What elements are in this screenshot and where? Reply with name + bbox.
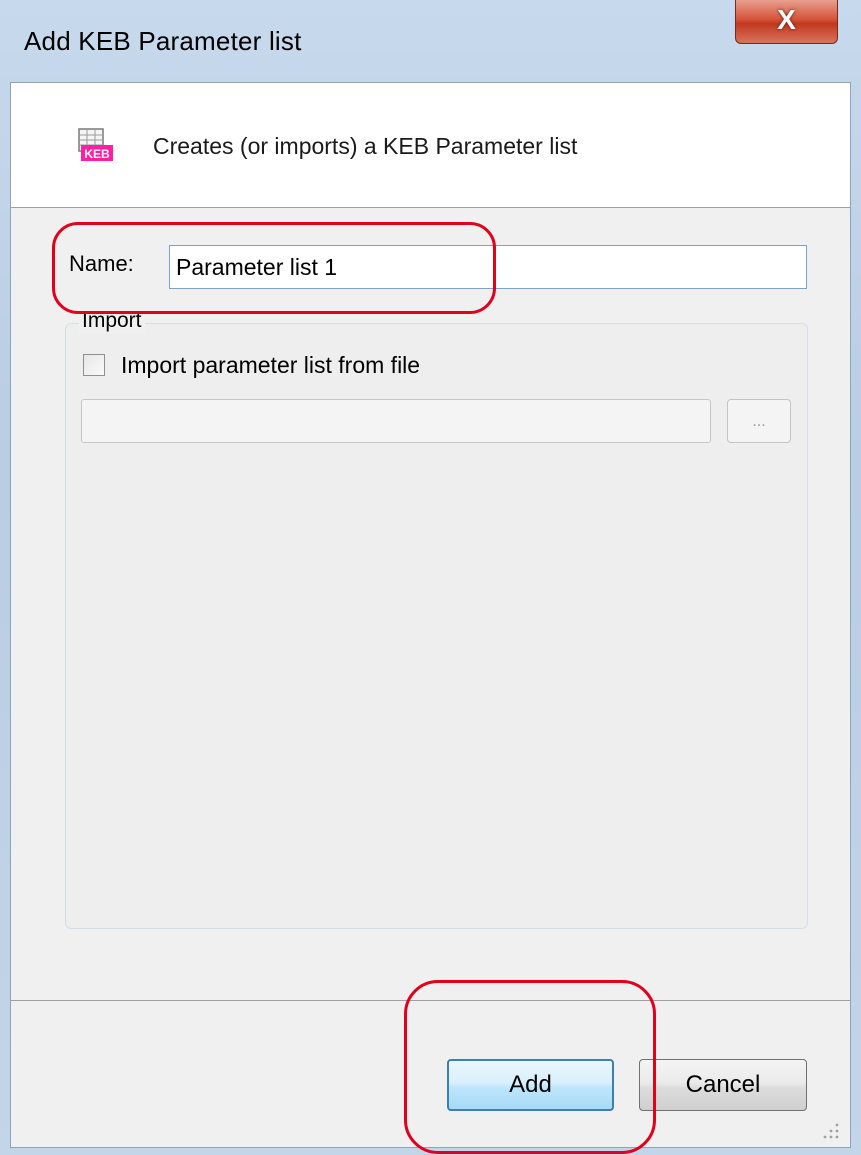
cancel-button[interactable]: Cancel (639, 1059, 807, 1111)
dialog-header: KEB Creates (or imports) a KEB Parameter… (11, 83, 850, 208)
resize-grip-icon[interactable] (819, 1119, 841, 1141)
keb-icon-text: KEB (84, 147, 110, 161)
window-title: Add KEB Parameter list (24, 26, 302, 56)
annotation-highlight-name (52, 222, 496, 314)
close-button[interactable]: X (735, 0, 838, 44)
keb-parameter-list-icon: KEB (78, 128, 113, 161)
import-checkbox[interactable] (83, 354, 105, 376)
dialog-description: Creates (or imports) a KEB Parameter lis… (153, 133, 578, 159)
browse-button[interactable]: ... (727, 399, 791, 443)
dialog-window: Add KEB Parameter list X KEB Creates (or… (0, 0, 861, 1155)
title-bar[interactable]: Add KEB Parameter list X (0, 0, 861, 80)
resize-grip-dots (823, 1123, 839, 1139)
annotation-highlight-add-button (404, 980, 656, 1154)
close-icon: X (777, 4, 796, 35)
import-checkbox-label[interactable]: Import parameter list from file (121, 352, 420, 379)
import-file-path-input[interactable] (81, 399, 711, 443)
browse-button-label: ... (752, 413, 766, 430)
